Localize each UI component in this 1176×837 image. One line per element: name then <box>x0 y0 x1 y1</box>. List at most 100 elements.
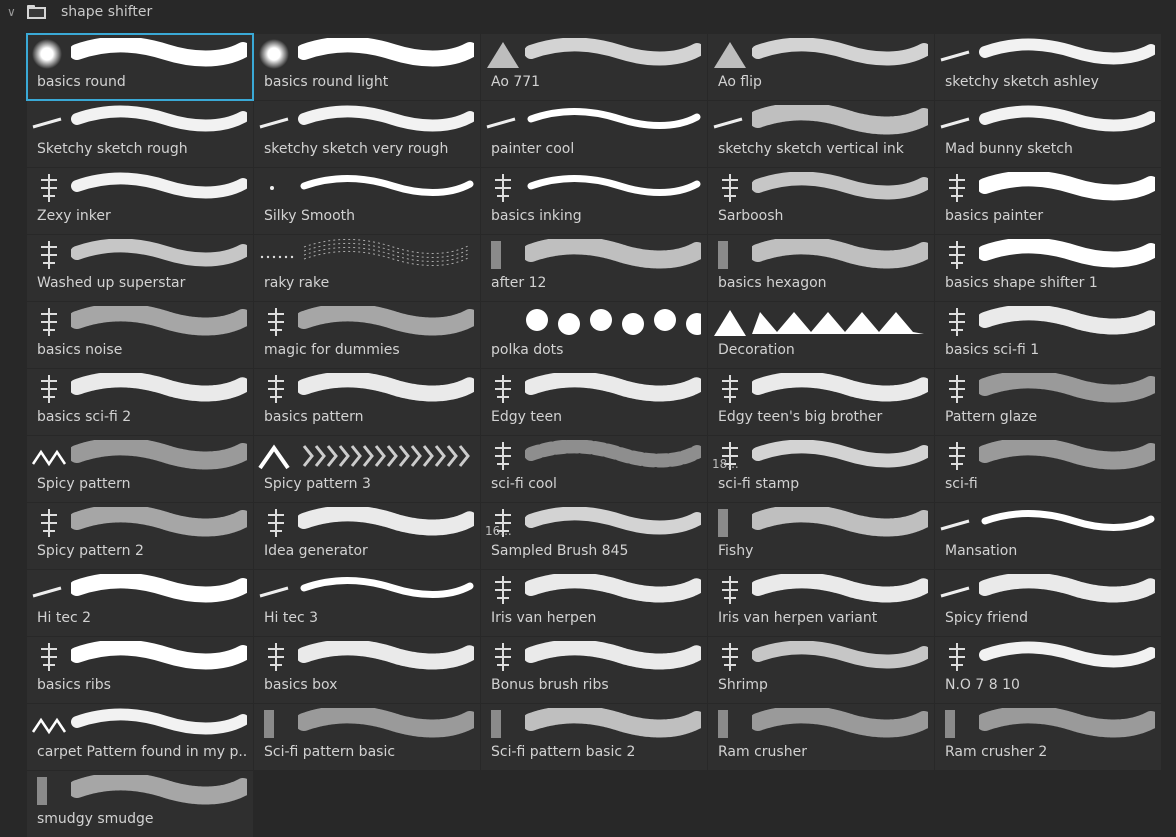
brush-tip-icon <box>495 174 511 202</box>
brush-tile[interactable]: carpet Pattern found in my p... <box>27 704 253 770</box>
brush-tip-icon <box>491 241 501 269</box>
brush-tip-icon <box>32 117 62 129</box>
brush-stroke-preview <box>525 38 701 66</box>
brush-tile[interactable]: Spicy friend <box>935 570 1161 636</box>
brush-tip-icon <box>486 117 516 129</box>
brush-tile[interactable]: basics sci-fi 2 <box>27 369 253 435</box>
brush-stroke-preview <box>979 38 1155 65</box>
brush-tile[interactable]: 18... sci-fi stamp <box>708 436 934 502</box>
brush-tile[interactable]: basics pattern <box>254 369 480 435</box>
brush-tile[interactable]: Washed up superstar <box>27 235 253 301</box>
brush-tile[interactable]: basics inking <box>481 168 707 234</box>
brush-tile[interactable]: raky rake <box>254 235 480 301</box>
brush-name: sci-fi cool <box>491 476 557 492</box>
brush-tile[interactable]: painter cool <box>481 101 707 167</box>
brush-tile[interactable]: Ram crusher 2 <box>935 704 1161 770</box>
brush-name: Edgy teen's big brother <box>718 409 883 425</box>
brush-tile[interactable]: Bonus brush ribs <box>481 637 707 703</box>
brush-name: Spicy pattern <box>37 476 131 492</box>
brush-tile[interactable]: basics shape shifter 1 <box>935 235 1161 301</box>
brush-tile[interactable]: Shrimp <box>708 637 934 703</box>
brush-stroke-preview <box>752 440 928 468</box>
brush-tile[interactable]: Fishy <box>708 503 934 569</box>
brush-tile[interactable]: Iris van herpen <box>481 570 707 636</box>
brush-tile[interactable]: sketchy sketch vertical ink <box>708 101 934 167</box>
brush-tile[interactable]: sci-fi <box>935 436 1161 502</box>
brush-tile[interactable]: Spicy pattern <box>27 436 253 502</box>
brush-tip-icon <box>41 643 57 671</box>
brush-tile[interactable]: Iris van herpen variant <box>708 570 934 636</box>
brush-tip-icon <box>722 576 738 604</box>
brush-tile[interactable]: basics ribs <box>27 637 253 703</box>
brush-tile[interactable]: Edgy teen's big brother <box>708 369 934 435</box>
brush-tile[interactable]: basics noise <box>27 302 253 368</box>
brush-name: basics inking <box>491 208 582 224</box>
brush-tile[interactable]: Mad bunny sketch <box>935 101 1161 167</box>
brush-name: raky rake <box>264 275 330 291</box>
brush-tip-icon <box>495 643 511 671</box>
brush-tile[interactable]: Sarboosh <box>708 168 934 234</box>
brush-tile[interactable]: Ao 771 <box>481 34 707 100</box>
brush-stroke-preview <box>981 510 1155 531</box>
brush-tile[interactable]: basics painter <box>935 168 1161 234</box>
brush-stroke-preview <box>752 105 928 135</box>
brush-name: sci-fi stamp <box>718 476 800 492</box>
brush-name: basics box <box>264 677 338 693</box>
brush-tile[interactable]: N.O 7 8 10 <box>935 637 1161 703</box>
brush-tile[interactable]: smudgy smudge <box>27 771 253 837</box>
brush-name: basics sci-fi 2 <box>37 409 132 425</box>
brush-tile[interactable]: sketchy sketch ashley <box>935 34 1161 100</box>
brush-tile[interactable]: Zexy inker <box>27 168 253 234</box>
brush-tile[interactable]: Ram crusher <box>708 704 934 770</box>
brush-name: sketchy sketch vertical ink <box>718 141 904 157</box>
brush-name: Pattern glaze <box>945 409 1038 425</box>
brush-tip-icon <box>31 717 67 735</box>
brush-stroke-preview <box>71 775 247 805</box>
chevron-down-icon[interactable]: ∨ <box>7 5 21 19</box>
brush-name: Hi tec 3 <box>264 610 319 626</box>
brush-grid: basics round basics round light Ao 771 Ao f… <box>26 33 1161 837</box>
brush-tile[interactable]: 16... Sampled Brush 845 <box>481 503 707 569</box>
brush-tile[interactable]: Decoration <box>708 302 934 368</box>
brush-tile[interactable]: polka dots <box>481 302 707 368</box>
brush-tile[interactable]: Pattern glaze <box>935 369 1161 435</box>
brush-tip-icon <box>260 255 294 259</box>
brush-tile[interactable]: basics round light <box>254 34 480 100</box>
brush-name: basics ribs <box>37 677 111 693</box>
brush-tip-icon <box>718 710 728 738</box>
brush-tile[interactable]: Sketchy sketch rough <box>27 101 253 167</box>
brush-tile[interactable]: basics sci-fi 1 <box>935 302 1161 368</box>
brush-tile[interactable]: Sci-fi pattern basic <box>254 704 480 770</box>
brush-tile[interactable]: Hi tec 3 <box>254 570 480 636</box>
brush-tile[interactable]: Spicy pattern 3 <box>254 436 480 502</box>
brush-tile[interactable]: basics hexagon <box>708 235 934 301</box>
folder-header[interactable]: ∨ shape shifter <box>0 0 1176 24</box>
folder-icon <box>27 5 47 19</box>
brush-name: basics shape shifter 1 <box>945 275 1098 291</box>
brush-tile[interactable]: Sci-fi pattern basic 2 <box>481 704 707 770</box>
brush-tile[interactable]: after 12 <box>481 235 707 301</box>
brush-tile[interactable]: Silky Smooth <box>254 168 480 234</box>
brush-tile[interactable]: Mansation <box>935 503 1161 569</box>
brush-tile[interactable]: sci-fi cool <box>481 436 707 502</box>
brush-stroke-preview <box>525 373 701 402</box>
brush-tile[interactable]: basics box <box>254 637 480 703</box>
brush-tile[interactable]: Hi tec 2 <box>27 570 253 636</box>
brush-tile[interactable]: basics round <box>26 33 254 101</box>
brush-stroke-preview <box>525 507 701 535</box>
brush-tile[interactable]: Idea generator <box>254 503 480 569</box>
brush-name: Bonus brush ribs <box>491 677 609 693</box>
brush-name: Edgy teen <box>491 409 562 425</box>
brush-stroke-preview <box>752 312 924 334</box>
brush-tile[interactable]: magic for dummies <box>254 302 480 368</box>
brush-tile[interactable]: Edgy teen <box>481 369 707 435</box>
brush-tile[interactable]: sketchy sketch very rough <box>254 101 480 167</box>
brush-tile[interactable]: Ao flip <box>708 34 934 100</box>
brush-stroke-preview <box>298 708 474 738</box>
brush-stroke-preview <box>71 574 247 603</box>
brush-stroke-preview <box>979 105 1155 132</box>
brush-name: magic for dummies <box>264 342 400 358</box>
brush-name: Spicy pattern 2 <box>37 543 144 559</box>
brush-tile[interactable]: Spicy pattern 2 <box>27 503 253 569</box>
brush-stroke-preview <box>71 708 247 735</box>
